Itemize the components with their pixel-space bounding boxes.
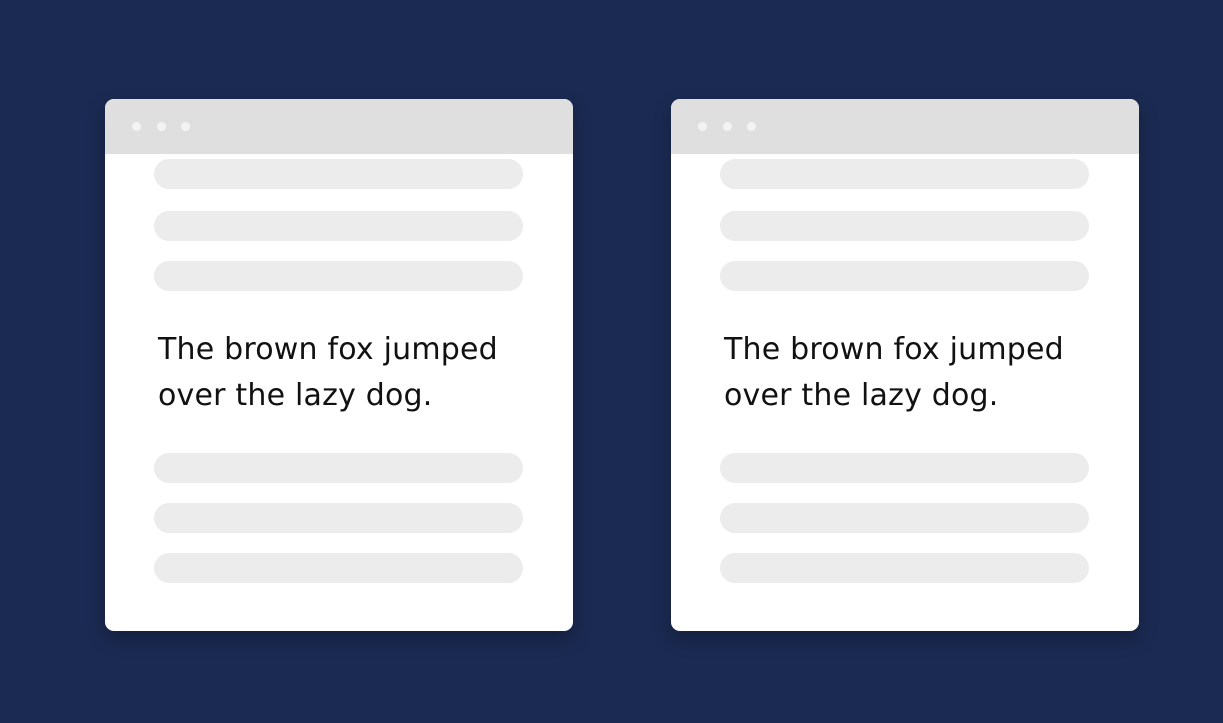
placeholder-line [154, 503, 523, 533]
placeholder-line [154, 159, 523, 189]
headline-line-2: over the lazy dog. [158, 378, 433, 413]
headline-line-2: over the lazy dog. [724, 378, 999, 413]
placeholder-line [154, 261, 523, 291]
window-dot-icon [747, 122, 756, 131]
browser-window-left: The brown fox jumped over the lazy dog. [105, 99, 573, 631]
placeholder-line [154, 553, 523, 583]
placeholder-line [720, 453, 1089, 483]
placeholder-line [720, 211, 1089, 241]
placeholder-line [154, 453, 523, 483]
placeholder-line [720, 503, 1089, 533]
window-dot-icon [723, 122, 732, 131]
headline-line-1: The brown fox jumped [724, 332, 1064, 367]
browser-window-right: The brown fox jumped over the lazy dog. [671, 99, 1139, 631]
placeholder-line [154, 211, 523, 241]
window-titlebar [105, 99, 573, 154]
placeholder-line [720, 159, 1089, 189]
window-dot-icon [132, 122, 141, 131]
window-dot-icon [157, 122, 166, 131]
window-dot-icon [181, 122, 190, 131]
headline-line-1: The brown fox jumped [158, 332, 498, 367]
headline-text: The brown fox jumped over the lazy dog. [158, 327, 558, 419]
placeholder-line [720, 553, 1089, 583]
window-titlebar [671, 99, 1139, 154]
headline-text: The brown fox jumped over the lazy dog. [724, 327, 1124, 419]
placeholder-line [720, 261, 1089, 291]
background-canvas: The brown fox jumped over the lazy dog. … [0, 0, 1223, 723]
window-dot-icon [698, 122, 707, 131]
